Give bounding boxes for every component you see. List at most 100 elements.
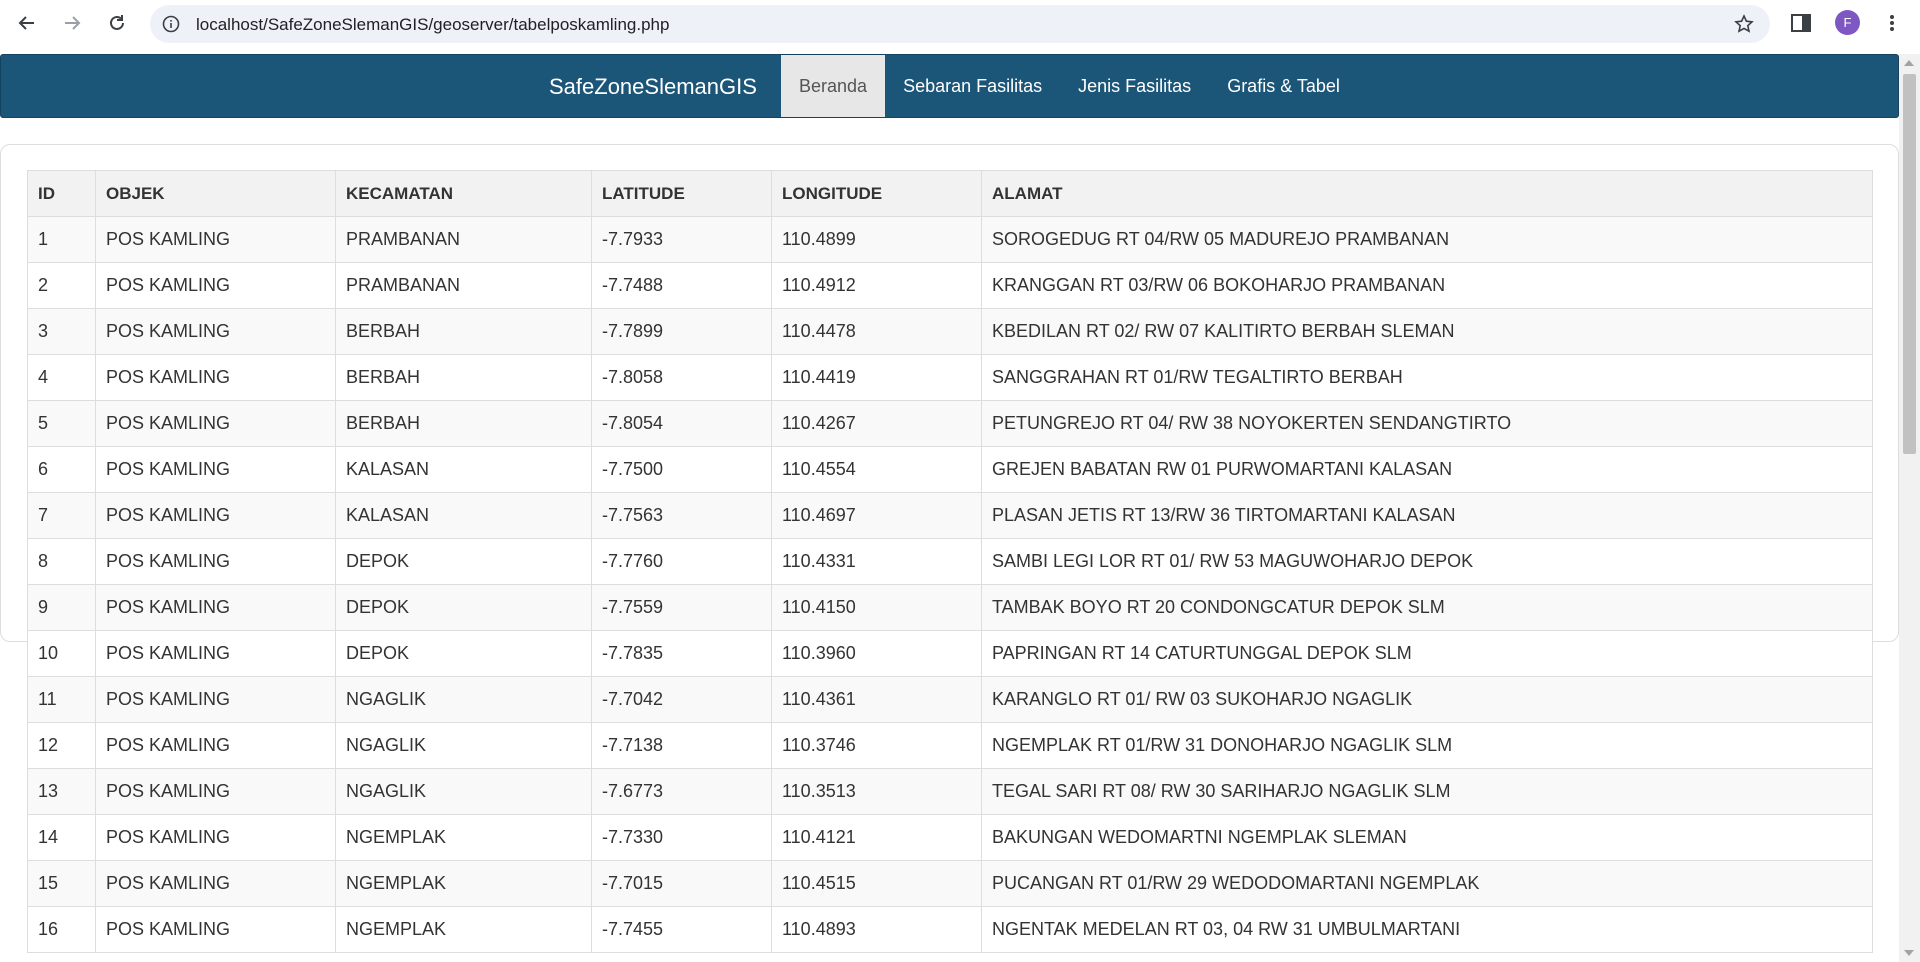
nav-item-beranda[interactable]: Beranda [781, 55, 886, 117]
cell-objek: POS KAMLING [95, 308, 336, 355]
cell-latitude: -7.7760 [591, 538, 772, 585]
cell-objek: POS KAMLING [95, 538, 336, 585]
cell-objek: POS KAMLING [95, 814, 336, 861]
cell-longitude: 110.4912 [771, 262, 982, 309]
table-row: 7 POS KAMLING KALASAN -7.7563 110.4697 PLASAN… [27, 492, 1873, 539]
nav-menu: Beranda Sebaran Fasilitas Jenis Fasilita… [781, 55, 1358, 119]
cell-longitude: 110.4893 [771, 906, 982, 953]
table-row: 12 POS KAMLING NGAGLIK -7.7138 110.3746 NGEMP… [27, 722, 1873, 769]
cell-id: 12 [27, 722, 96, 769]
table-row: 4 POS KAMLING BERBAH -7.8058 110.4419 SANGGRA… [27, 354, 1873, 401]
header-id: ID [27, 170, 96, 217]
cell-alamat: PAPRINGAN RT 14 CATURTUNGGAL DEPOK SLM [981, 630, 1873, 677]
brand-title[interactable]: SafeZoneSlemanGIS [549, 55, 757, 119]
cell-objek: POS KAMLING [95, 354, 336, 401]
cell-latitude: -7.7042 [591, 676, 772, 723]
cell-longitude: 110.4697 [771, 492, 982, 539]
cell-latitude: -7.7138 [591, 722, 772, 769]
cell-objek: POS KAMLING [95, 630, 336, 677]
reload-icon[interactable] [102, 8, 132, 38]
cell-kecamatan: NGAGLIK [335, 676, 592, 723]
table-row: 8 POS KAMLING DEPOK -7.7760 110.4331 SAMBI LE… [27, 538, 1873, 585]
cell-id: 13 [27, 768, 96, 815]
address-bar[interactable]: localhost/SafeZoneSlemanGIS/geoserver/ta… [150, 5, 1770, 43]
cell-latitude: -7.8054 [591, 400, 772, 447]
cell-alamat: KRANGGAN RT 03/RW 06 BOKOHARJO PRAMBANAN [981, 262, 1873, 309]
cell-alamat: NGEMPLAK RT 01/RW 31 DONOHARJO NGAGLIK S… [981, 722, 1873, 769]
cell-alamat: KBEDILAN RT 02/ RW 07 KALITIRTO BERBAH S… [981, 308, 1873, 355]
table-row: 10 POS KAMLING DEPOK -7.7835 110.3960 PAPRING… [27, 630, 1873, 677]
cell-alamat: KARANGLO RT 01/ RW 03 SUKOHARJO NGAGLIK [981, 676, 1873, 723]
cell-longitude: 110.4899 [771, 216, 982, 263]
cell-latitude: -7.7899 [591, 308, 772, 355]
table-row: 5 POS KAMLING BERBAH -7.8054 110.4267 PETUNGR… [27, 400, 1873, 447]
cell-objek: POS KAMLING [95, 216, 336, 263]
avatar[interactable]: F [1835, 10, 1860, 35]
cell-latitude: -7.7835 [591, 630, 772, 677]
cell-latitude: -7.7500 [591, 446, 772, 493]
side-panel-icon[interactable] [1790, 12, 1812, 34]
kebab-menu-icon[interactable] [1880, 11, 1904, 35]
page-scrollbar[interactable] [1899, 54, 1920, 962]
cell-kecamatan: BERBAH [335, 354, 592, 401]
forward-icon[interactable] [57, 8, 87, 38]
cell-alamat: TEGAL SARI RT 08/ RW 30 SARIHARJO NGAGLI… [981, 768, 1873, 815]
scroll-up-arrow-icon[interactable] [1904, 60, 1914, 66]
cell-longitude: 110.4419 [771, 354, 982, 401]
nav-item-jenis-fasilitas[interactable]: Jenis Fasilitas [1060, 55, 1209, 117]
cell-id: 4 [27, 354, 96, 401]
url-text[interactable]: localhost/SafeZoneSlemanGIS/geoserver/ta… [196, 15, 669, 35]
table-row: 1 POS KAMLING PRAMBANAN -7.7933 110.4899 SORO… [27, 216, 1873, 263]
cell-id: 11 [27, 676, 96, 723]
cell-latitude: -7.8058 [591, 354, 772, 401]
cell-latitude: -7.6773 [591, 768, 772, 815]
table-row: 6 POS KAMLING KALASAN -7.7500 110.4554 GREJEN… [27, 446, 1873, 493]
header-longitude: LONGITUDE [771, 170, 982, 217]
table-row: 2 POS KAMLING PRAMBANAN -7.7488 110.4912 KRAN… [27, 262, 1873, 309]
poskamling-table: ID OBJEK KECAMATAN LATITUDE LONGITUDE AL… [27, 170, 1873, 953]
cell-kecamatan: DEPOK [335, 630, 592, 677]
cell-alamat: SOROGEDUG RT 04/RW 05 MADUREJO PRAMBANAN [981, 216, 1873, 263]
scrollbar-thumb[interactable] [1903, 74, 1916, 454]
back-icon[interactable] [12, 8, 42, 38]
header-kecamatan: KECAMATAN [335, 170, 592, 217]
cell-alamat: NGENTAK MEDELAN RT 03, 04 RW 31 UMBULMAR… [981, 906, 1873, 953]
cell-id: 15 [27, 860, 96, 907]
cell-longitude: 110.4361 [771, 676, 982, 723]
table-row: 9 POS KAMLING DEPOK -7.7559 110.4150 TAMBAK B… [27, 584, 1873, 631]
cell-kecamatan: KALASAN [335, 492, 592, 539]
cell-alamat: TAMBAK BOYO RT 20 CONDONGCATUR DEPOK SLM [981, 584, 1873, 631]
table-row: 15 POS KAMLING NGEMPLAK -7.7015 110.4515 PUCA… [27, 860, 1873, 907]
cell-kecamatan: BERBAH [335, 308, 592, 355]
cell-kecamatan: NGEMPLAK [335, 814, 592, 861]
cell-id: 2 [27, 262, 96, 309]
site-navbar: SafeZoneSlemanGIS Beranda Sebaran Fasili… [0, 54, 1899, 118]
cell-id: 3 [27, 308, 96, 355]
cell-kecamatan: BERBAH [335, 400, 592, 447]
cell-longitude: 110.4554 [771, 446, 982, 493]
cell-objek: POS KAMLING [95, 446, 336, 493]
cell-id: 8 [27, 538, 96, 585]
cell-longitude: 110.3746 [771, 722, 982, 769]
cell-objek: POS KAMLING [95, 676, 336, 723]
nav-item-sebaran-fasilitas[interactable]: Sebaran Fasilitas [885, 55, 1060, 117]
nav-item-grafis-tabel[interactable]: Grafis & Tabel [1209, 55, 1358, 117]
scroll-down-arrow-icon[interactable] [1904, 950, 1914, 956]
cell-id: 6 [27, 446, 96, 493]
cell-latitude: -7.7933 [591, 216, 772, 263]
cell-id: 1 [27, 216, 96, 263]
cell-latitude: -7.7563 [591, 492, 772, 539]
cell-longitude: 110.4150 [771, 584, 982, 631]
star-icon[interactable] [1734, 14, 1754, 34]
cell-kecamatan: KALASAN [335, 446, 592, 493]
cell-alamat: SAMBI LEGI LOR RT 01/ RW 53 MAGUWOHARJO … [981, 538, 1873, 585]
avatar-initial: F [1843, 15, 1852, 30]
table-row: 3 POS KAMLING BERBAH -7.7899 110.4478 KBEDILA… [27, 308, 1873, 355]
cell-id: 10 [27, 630, 96, 677]
cell-objek: POS KAMLING [95, 492, 336, 539]
cell-longitude: 110.4331 [771, 538, 982, 585]
cell-alamat: PLASAN JETIS RT 13/RW 36 TIRTOMARTANI KA… [981, 492, 1873, 539]
info-icon[interactable] [162, 15, 180, 33]
cell-alamat: PUCANGAN RT 01/RW 29 WEDODOMARTANI NGEMP… [981, 860, 1873, 907]
table-row: 14 POS KAMLING NGEMPLAK -7.7330 110.4121 BAKU… [27, 814, 1873, 861]
